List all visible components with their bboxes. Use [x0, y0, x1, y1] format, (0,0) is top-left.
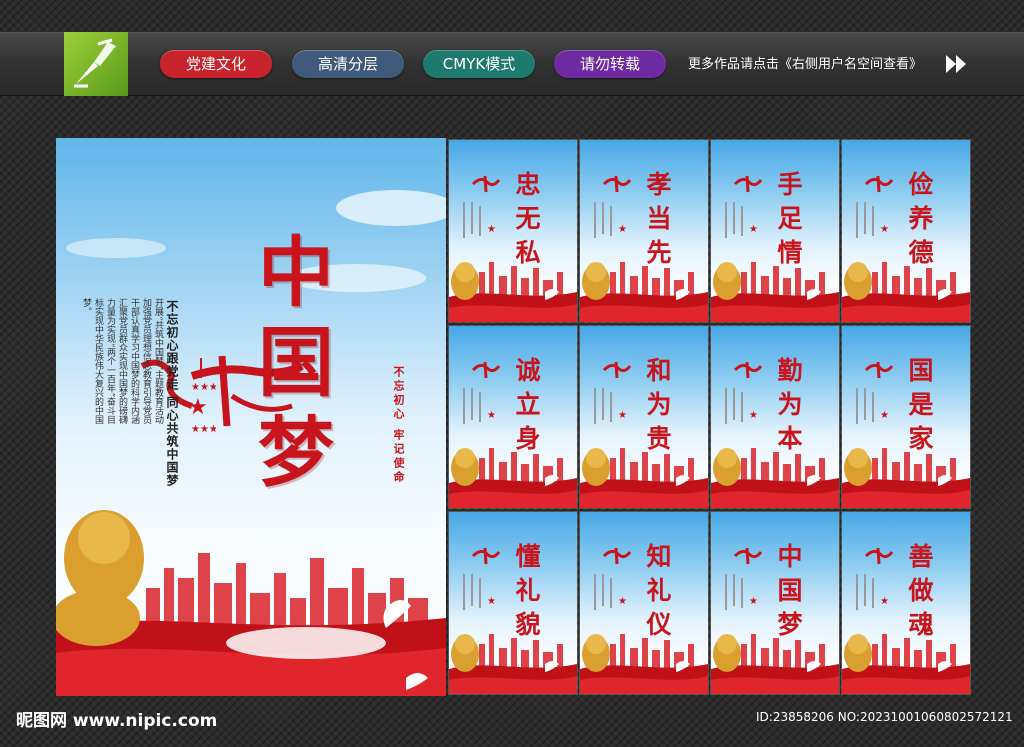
panel-small-text: ★ [594, 574, 627, 610]
svg-text:★: ★ [188, 395, 208, 420]
panel-small-text: ★ [463, 202, 496, 238]
panel-bottom-art [842, 448, 970, 508]
panel-bottom-art [580, 448, 708, 508]
virtue-panel: ★ 忠无私 [449, 140, 577, 322]
svg-text:★: ★ [749, 224, 758, 235]
tag-no-repost[interactable]: 请勿转载 [554, 50, 666, 78]
brand-logo-icon[interactable] [64, 32, 128, 96]
promo-link[interactable]: 更多作品请点击《右侧用户名空间查看》 [688, 53, 922, 72]
svg-text:★: ★ [618, 596, 627, 607]
virtue-panel: ★ 孝当先 [580, 140, 708, 322]
calligraphy-mini-icon [864, 175, 894, 193]
svg-text:★★★: ★★★ [191, 382, 216, 393]
panel-small-text: ★ [725, 388, 758, 424]
calligraphy-mini-icon [733, 175, 763, 193]
svg-text:★: ★ [880, 410, 889, 421]
virtue-panel: ★ 知礼仪 [580, 512, 708, 694]
image-id-text: ID:23858206 NO:20231001060802572121 [756, 710, 1013, 724]
double-arrow-right-icon[interactable] [944, 53, 970, 75]
panel-small-text: ★ [463, 388, 496, 424]
svg-text:★: ★ [487, 596, 496, 607]
calligraphy-mini-icon [471, 361, 501, 379]
calligraphy-mini-icon [602, 361, 632, 379]
calligraphy-mini-icon [471, 547, 501, 565]
panel-small-text: ★ [463, 574, 496, 610]
calligraphy-mini-icon [602, 547, 632, 565]
calligraphy-mini-icon [471, 175, 501, 193]
panel-bottom-art [842, 634, 970, 694]
svg-text:★: ★ [880, 596, 889, 607]
tag-cmyk[interactable]: CMYK模式 [423, 50, 535, 78]
poster-main-title: 中国梦 [258, 228, 334, 497]
panel-bottom-art [711, 634, 839, 694]
calligraphy-mini-icon [733, 547, 763, 565]
panel-small-text: ★ [856, 574, 889, 610]
svg-text:★★★: ★★★ [191, 424, 216, 435]
virtue-panel: ★ 手足情 [711, 140, 839, 322]
svg-text:★: ★ [749, 410, 758, 421]
panel-bottom-art [449, 634, 577, 694]
panel-bottom-art [580, 634, 708, 694]
panel-small-text: ★ [594, 202, 627, 238]
panel-bottom-art [711, 448, 839, 508]
virtue-panel: ★ 俭养德 [842, 140, 970, 322]
poster-seal-text: 不忘初心 牢记使命 [392, 366, 405, 485]
virtue-panel: ★ 和为贵 [580, 326, 708, 508]
tag-party-culture[interactable]: 党建文化 [160, 50, 272, 78]
svg-text:★: ★ [618, 224, 627, 235]
panel-small-text: ★ [725, 574, 758, 610]
calligraphy-mini-icon [864, 361, 894, 379]
panel-bottom-art [449, 448, 577, 508]
main-poster: 中国梦 不忘初心跟党走 同心共筑中国梦 开展“共筑中国梦”主题教育活动加强党员理… [56, 138, 446, 696]
poster-body-text: 开展“共筑中国梦”主题教育活动加强党员理想信念教育引导党员干部认真学习中国梦的科… [81, 298, 163, 425]
calligraphy-mini-icon [864, 547, 894, 565]
virtue-panel: ★ 懂礼貌 [449, 512, 577, 694]
site-watermark: 昵图网 www.nipic.com [16, 711, 218, 731]
panel-bottom-art [711, 262, 839, 322]
panel-small-text: ★ [856, 202, 889, 238]
poster-slogan: 不忘初心跟党走 同心共筑中国梦 [165, 300, 179, 488]
virtue-panel: ★ 国是家 [842, 326, 970, 508]
panel-small-text: ★ [725, 202, 758, 238]
calligraphy-mini-icon [602, 175, 632, 193]
virtue-panel: ★ 诚立身 [449, 326, 577, 508]
panel-bottom-art [580, 262, 708, 322]
svg-text:★: ★ [487, 224, 496, 235]
svg-text:★: ★ [749, 596, 758, 607]
stars-icon: ★★★ ★ ★★★ [188, 358, 216, 435]
svg-text:★: ★ [618, 410, 627, 421]
svg-text:★: ★ [880, 224, 889, 235]
panel-bottom-art [842, 262, 970, 322]
panel-small-text: ★ [856, 388, 889, 424]
svg-text:★: ★ [487, 410, 496, 421]
virtue-panel: ★ 中国梦 [711, 512, 839, 694]
virtue-panel: ★ 善做魂 [842, 512, 970, 694]
calligraphy-mini-icon [733, 361, 763, 379]
virtue-panel: ★ 勤为本 [711, 326, 839, 508]
panel-bottom-art [449, 262, 577, 322]
panel-small-text: ★ [594, 388, 627, 424]
tag-hd-layers[interactable]: 高清分层 [292, 50, 404, 78]
